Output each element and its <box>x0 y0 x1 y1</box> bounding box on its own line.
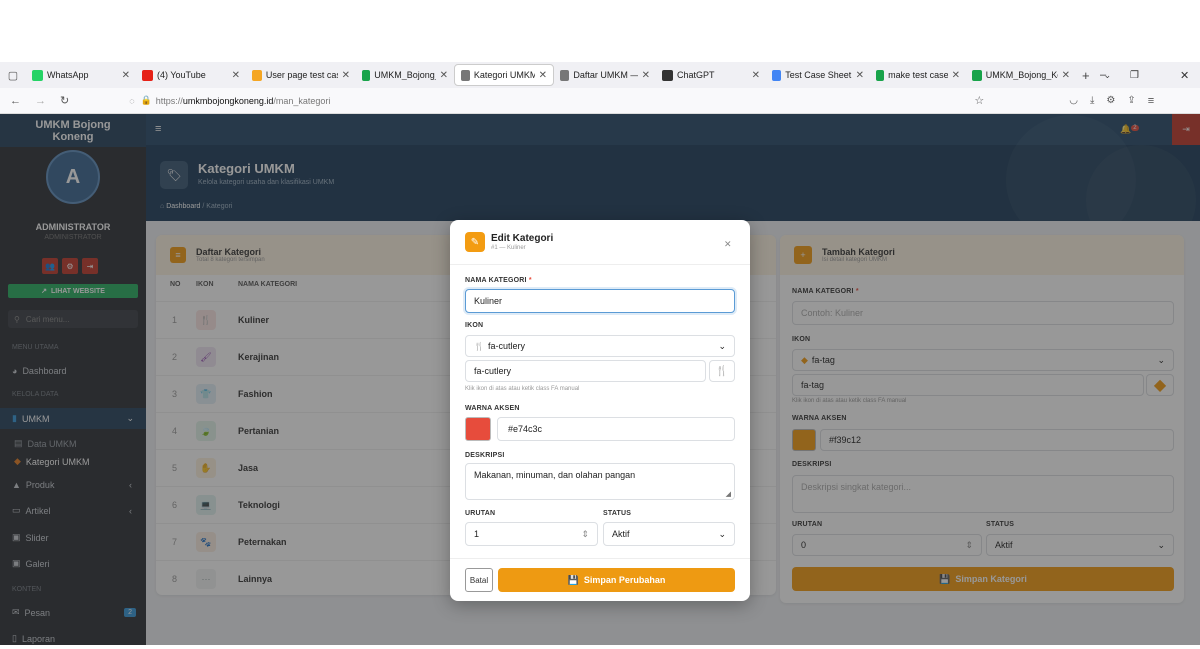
close-tab-icon[interactable]: ✕ <box>748 70 760 81</box>
icon-hint: Klik ikon di atas atau ketik class FA ma… <box>465 386 580 392</box>
whatsapp-icon <box>32 69 43 81</box>
bookmark-star-icon[interactable]: ☆ <box>974 94 984 107</box>
icon-class-input[interactable]: fa-cutlery <box>465 360 706 382</box>
tab-label: Test Case Sheet for <box>785 70 852 80</box>
browser-nav-bar: ← → ↻ ◌ 🔒 https://umkmbojongkoneng.id/ma… <box>0 88 1200 114</box>
reload-icon[interactable]: ↻ <box>60 94 69 107</box>
tab-label: (4) YouTube <box>157 70 206 80</box>
gemini-icon <box>772 69 782 81</box>
edit-category-modal: ✎ Edit Kategori #1 — Kuliner ✕ NAMA KATE… <box>450 220 750 601</box>
close-tab-icon[interactable]: ✕ <box>948 70 960 81</box>
icon-label: IKON <box>465 322 484 329</box>
forward-icon[interactable]: → <box>35 95 46 107</box>
url-prefix: https:// <box>155 95 183 106</box>
utensils-icon: 🍴 <box>474 341 484 351</box>
url-domain: umkmbojongkoneng.id <box>182 95 274 106</box>
chevron-down-icon: ⌄ <box>718 528 726 539</box>
close-tab-icon[interactable]: ✕ <box>638 70 650 81</box>
tab-label: Daftar UMKM — U <box>573 70 637 80</box>
save-icon: 💾 <box>567 574 579 585</box>
close-icon[interactable]: ✕ <box>724 239 732 250</box>
order-label: URUTAN <box>465 510 496 517</box>
close-window-button[interactable]: ✕ <box>1180 69 1189 82</box>
close-tab-icon[interactable]: ✕ <box>338 70 350 81</box>
status-select[interactable]: Aktif ⌄ <box>603 522 735 546</box>
close-tab-icon[interactable]: ✕ <box>436 70 448 81</box>
edit-icon: ✎ <box>465 232 485 252</box>
sun-icon <box>252 69 262 81</box>
tab-overview-icon[interactable]: ▢ <box>0 69 26 82</box>
share-icon[interactable]: ⇪ <box>1127 95 1135 106</box>
browser-tab[interactable]: UMKM_Bojong_Kon✕ <box>966 62 1076 88</box>
tab-label: Kategori UMKM — <box>473 70 535 80</box>
restore-button[interactable]: ❐ <box>1130 70 1139 81</box>
browser-tab[interactable]: Test Case Sheet for✕ <box>766 62 870 88</box>
browser-tab[interactable]: make test case both✕ <box>870 62 966 88</box>
lock-icon: 🔒 <box>140 95 152 105</box>
url-path: /man_kategori <box>273 95 331 106</box>
youtube-icon <box>142 69 153 81</box>
desc-label: DESKRIPSI <box>465 452 505 459</box>
close-tab-icon[interactable]: ✕ <box>118 70 130 81</box>
cancel-button[interactable]: Batal <box>465 568 493 592</box>
icon-select[interactable]: 🍴 fa-cutlery ⌄ <box>465 335 735 357</box>
store-icon <box>461 69 470 81</box>
status-label: STATUS <box>603 510 632 517</box>
store-icon <box>560 69 570 81</box>
new-tab-button[interactable]: + <box>1082 68 1090 83</box>
required-mark: * <box>528 277 532 284</box>
tab-label: ChatGPT <box>677 70 715 80</box>
color-swatch[interactable] <box>465 417 491 441</box>
spinner-icon[interactable]: ⇕ <box>581 529 589 540</box>
browser-tab[interactable]: ChatGPT ✕ <box>656 62 766 88</box>
back-icon[interactable]: ← <box>10 95 21 107</box>
color-input[interactable]: #e74c3c <box>497 417 735 441</box>
chatgpt-icon <box>662 69 673 81</box>
close-tab-icon[interactable]: ✕ <box>852 70 864 81</box>
pocket-icon[interactable]: ◡ <box>1069 95 1078 106</box>
save-changes-button[interactable]: 💾 Simpan Perubahan <box>498 568 735 592</box>
modal-title: Edit Kategori <box>491 233 554 244</box>
downloads-icon[interactable]: ⤓ <box>1090 95 1094 106</box>
name-input[interactable]: Kuliner <box>465 289 735 313</box>
browser-tab[interactable]: User page test case✕ <box>246 62 356 88</box>
shield-icon: ◌ <box>129 95 135 106</box>
chevron-down-icon: ⌄ <box>718 340 726 351</box>
tab-label: UMKM_Bojong_Kon <box>985 70 1058 80</box>
desc-textarea[interactable]: Makanan, minuman, dan olahan pangan ◢ <box>465 463 735 500</box>
tab-label: User page test case <box>265 70 338 80</box>
sheets-icon <box>972 69 982 81</box>
modal-divider <box>450 264 750 265</box>
resize-handle-icon[interactable]: ◢ <box>726 490 731 498</box>
tab-label: WhatsApp <box>47 70 89 80</box>
tab-label: make test case both <box>888 70 948 80</box>
address-bar[interactable]: ◌ 🔒 https://umkmbojongkoneng.id/man_kate… <box>129 91 984 111</box>
modal-subtitle: #1 — Kuliner <box>491 245 526 251</box>
menu-icon[interactable]: ≡ <box>1148 95 1154 107</box>
browser-tab[interactable]: WhatsApp ✕ <box>26 62 136 88</box>
extensions-icon[interactable]: ⚙ <box>1106 95 1115 106</box>
sheets-icon <box>362 69 371 81</box>
order-input[interactable]: 1 ⇕ <box>465 522 598 546</box>
color-label: WARNA AKSEN <box>465 405 520 412</box>
tab-label: UMKM_Bojong_Kon <box>374 70 435 80</box>
browser-tab[interactable]: Kategori UMKM —✕ <box>454 64 554 86</box>
modal-divider <box>450 558 750 559</box>
browser-tab[interactable]: Daftar UMKM — U✕ <box>554 62 656 88</box>
browser-tab-bar: ▢ WhatsApp ✕ (4) YouTube ✕ User page test ca… <box>0 62 1200 88</box>
sheets-icon <box>876 69 885 81</box>
close-tab-icon[interactable]: ✕ <box>228 70 240 81</box>
icon-preview: 🍴 <box>709 360 735 382</box>
browser-tab[interactable]: UMKM_Bojong_Kon✕ <box>356 62 454 88</box>
close-tab-icon[interactable]: ✕ <box>535 70 547 81</box>
close-tab-icon[interactable]: ✕ <box>1058 70 1070 81</box>
browser-tab[interactable]: (4) YouTube ✕ <box>136 62 246 88</box>
name-label: NAMA KATEGORI <box>465 277 527 284</box>
minimize-button[interactable]: – <box>1100 69 1106 81</box>
